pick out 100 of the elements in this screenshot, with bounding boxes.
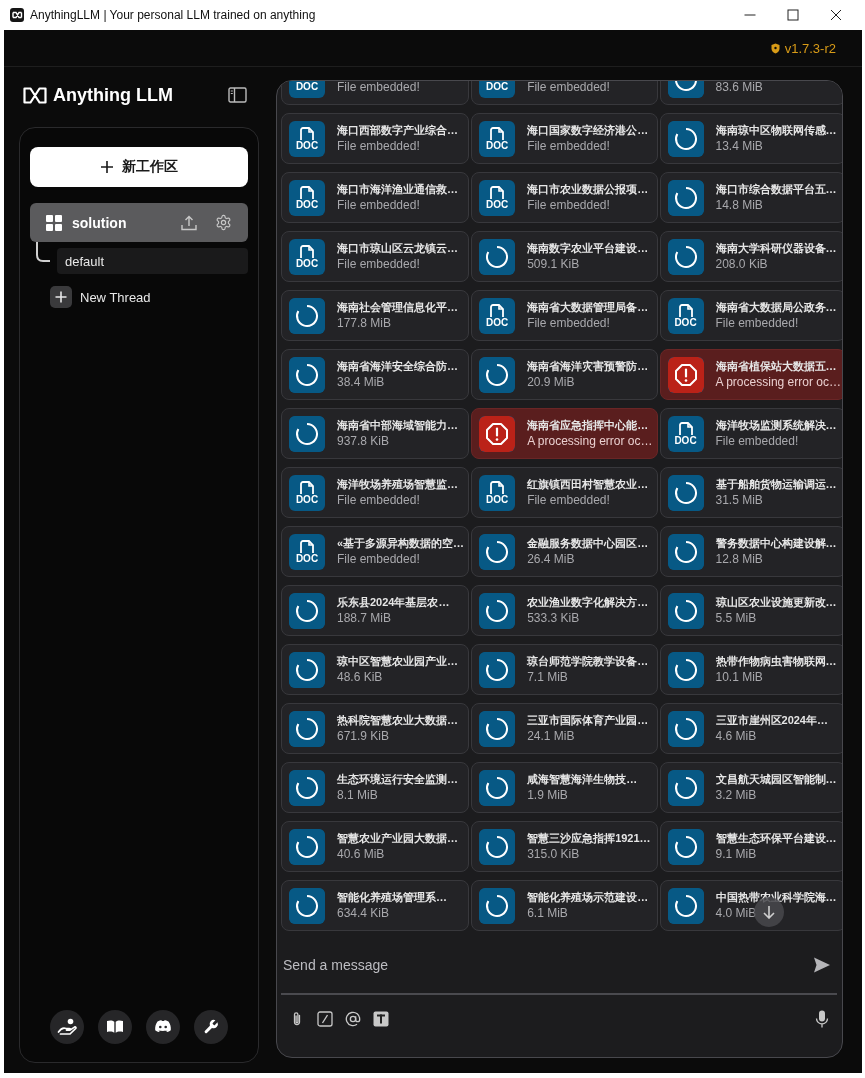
file-status: File embedded! (337, 551, 420, 567)
file-status: File embedded! (337, 256, 420, 272)
spinner-icon (667, 474, 704, 511)
settings-icon[interactable] (215, 214, 232, 231)
file-name: 智慧农业产业园大数据… (337, 831, 458, 846)
file-name: 咸海智慧海洋生物技… (527, 772, 638, 787)
page-icon (490, 480, 505, 494)
workspace-item[interactable]: solution (30, 203, 248, 242)
file-name: 海南琼中区物联网传感… (715, 123, 837, 138)
file-status: File embedded! (337, 492, 420, 508)
file-status: File embedded! (527, 138, 610, 154)
at-sign-icon[interactable] (345, 1011, 361, 1027)
file-name: 海口市农业数据公报项… (527, 182, 649, 197)
spinner-icon (289, 592, 325, 629)
page-icon (300, 185, 314, 199)
spinner-icon (479, 238, 516, 275)
file-type-label: DOC (486, 81, 509, 92)
file-status: A processing error oc… (527, 433, 653, 449)
file-type-label: DOC (295, 140, 319, 151)
page-icon (678, 421, 693, 435)
spinner-icon (479, 710, 516, 747)
spinner-icon (289, 356, 325, 393)
file-status: 10.1 MiB (715, 669, 763, 685)
file-name: 海口国家数字经济港公… (527, 123, 649, 138)
file-name: 琼中区智慧农业园产业… (337, 654, 458, 669)
shield-icon (770, 42, 780, 54)
file-status: 509.1 KiB (527, 256, 580, 272)
book-icon[interactable] (98, 1010, 132, 1044)
app-logo-icon (10, 8, 24, 22)
microphone-icon[interactable] (815, 1010, 829, 1028)
file-name: 海口市海洋渔业通信救… (337, 182, 458, 197)
page-icon (490, 185, 505, 199)
file-name: 智慧生态环保平台建设… (715, 831, 837, 846)
file-name: 海口市琼山区云龙镇云… (337, 241, 458, 256)
file-status: File embedded! (337, 81, 420, 95)
file-status: 3.2 MiB (715, 787, 757, 803)
send-icon[interactable] (813, 956, 831, 974)
spinner-icon (667, 533, 704, 570)
maximize-icon[interactable] (787, 9, 799, 21)
spinner-icon (479, 533, 516, 570)
file-status: File embedded! (527, 197, 610, 213)
slash-command-icon[interactable] (317, 1011, 333, 1027)
upload-icon[interactable] (181, 214, 197, 231)
file-type-label: DOC (295, 199, 319, 210)
spinner-icon (289, 887, 325, 924)
page-icon (300, 539, 314, 553)
file-name: 乐东县2024年基层农… (337, 595, 450, 610)
page-icon (490, 126, 505, 140)
file-status: 671.9 KiB (337, 728, 390, 744)
file-name: 海南社会管理信息化平… (337, 300, 458, 315)
new-workspace-button[interactable]: 新工作区 (30, 147, 248, 187)
gamepad-icon[interactable] (146, 1010, 180, 1044)
spinner-icon (289, 297, 325, 334)
page-icon (490, 303, 505, 317)
plus-icon (50, 286, 72, 308)
file-type-label: DOC (674, 317, 697, 328)
file-status: 26.4 MiB (527, 551, 575, 567)
file-name: 中国热带农业科学院海… (715, 890, 837, 905)
file-status: 4.6 MiB (715, 728, 757, 744)
thread-item[interactable]: default (57, 248, 248, 274)
new-thread-button[interactable]: New Thread (30, 286, 151, 308)
file-name: 农业渔业数字化解决方… (527, 595, 649, 610)
wrench-icon[interactable] (194, 1010, 228, 1044)
spinner-icon (289, 415, 325, 452)
file-name: 海南省应急指挥中心能… (527, 418, 649, 433)
file-name: 海洋牧场监测系统解决… (715, 418, 837, 433)
text-format-icon[interactable] (373, 1011, 389, 1027)
file-name: 海南省大数据管理局备… (527, 300, 649, 315)
file-status: 208.0 KiB (715, 256, 768, 272)
sidebar-toggle-icon[interactable] (228, 87, 247, 103)
file-status: 5.5 MiB (715, 610, 757, 626)
file-status: 1.9 MiB (527, 787, 568, 803)
page-icon (678, 303, 693, 317)
arrow-down-icon (762, 905, 776, 919)
spinner-icon (667, 710, 704, 747)
file-status: File embedded! (527, 492, 610, 508)
error-icon (667, 356, 704, 393)
hand-icon[interactable] (50, 1010, 84, 1044)
file-name: 琼山区农业设施更新改… (715, 595, 837, 610)
spinner-icon (667, 828, 704, 865)
file-status: 8.1 MiB (337, 787, 378, 803)
file-type-label: DOC (295, 553, 319, 564)
file-name: 热带作物病虫害物联网… (715, 654, 837, 669)
file-type-label: DOC (295, 494, 319, 505)
spinner-icon (289, 651, 325, 688)
file-name: 金融服务数据中心园区… (527, 536, 649, 551)
file-name: 海南省海洋安全综合防… (337, 359, 458, 374)
file-status: File embedded! (337, 197, 420, 213)
file-type-label: DOC (486, 494, 509, 505)
spinner-icon (289, 769, 325, 806)
file-name: 智慧三沙应急指挥1921… (527, 831, 651, 846)
close-icon[interactable] (830, 9, 842, 21)
spinner-icon (667, 592, 704, 629)
file-type-label: DOC (486, 140, 509, 151)
file-type-label: DOC (674, 435, 697, 446)
file-name: 智能化养殖场管理系… (337, 890, 447, 905)
file-status: 38.4 MiB (337, 374, 385, 390)
spinner-icon (479, 769, 516, 806)
file-status: File embedded! (527, 81, 610, 95)
message-input[interactable]: Send a message (283, 950, 813, 980)
